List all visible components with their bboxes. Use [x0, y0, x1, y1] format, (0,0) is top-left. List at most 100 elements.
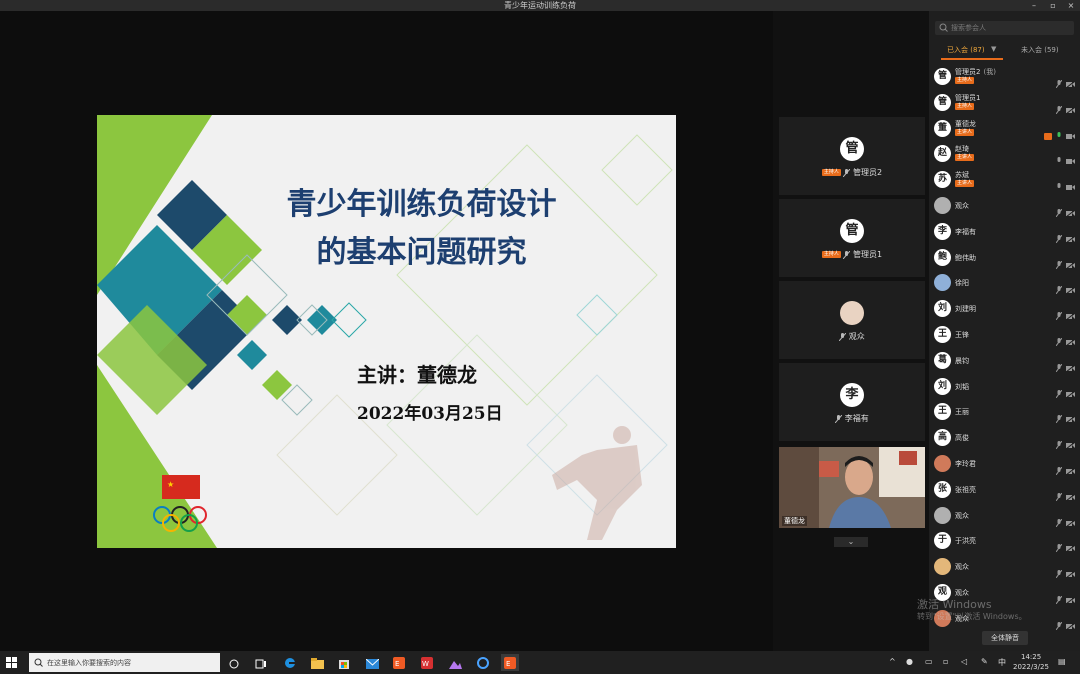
photo-avatar [840, 301, 864, 325]
participant-row[interactable]: 王王锋 [929, 321, 1080, 347]
meeting-app-icon[interactable]: E [390, 654, 408, 671]
participant-row[interactable]: 赵赵琦 主讲人 [929, 140, 1080, 166]
avatar: 鲍 [934, 248, 951, 266]
maximize-button[interactable]: ▫ [1046, 0, 1060, 11]
avatar: 高 [934, 429, 951, 447]
browser-app-icon[interactable] [474, 654, 492, 671]
participant-row[interactable]: 张张祖亮 [929, 476, 1080, 502]
participant-status-icons [1052, 175, 1075, 191]
participant-status-icons [1052, 614, 1076, 631]
mail-icon[interactable] [363, 654, 381, 671]
photos-app-icon[interactable] [446, 654, 464, 671]
notification-icon[interactable]: ▤ [1058, 657, 1066, 666]
participant-row[interactable]: 葛晨钧 [929, 347, 1080, 373]
participant-name: 董德龙 [955, 119, 976, 128]
slide-title-line-2: 的基本问题研究 [316, 235, 527, 270]
participant-row[interactable]: 苏苏斌 主讲人 [929, 166, 1080, 192]
participant-row[interactable]: 观众 [929, 553, 1080, 579]
task-view-icon[interactable] [225, 654, 243, 671]
slide-speaker: 主讲：董德龙 [357, 363, 477, 387]
role-badge: 主持人 [955, 77, 975, 84]
participant-row[interactable]: 徐阳 [929, 269, 1080, 295]
tab-not-joined[interactable]: 未入会 (59) [1021, 43, 1059, 57]
participant-self-tag: (我) [983, 68, 996, 76]
filter-icon[interactable]: ▼ [991, 45, 996, 53]
taskbar-search[interactable] [29, 653, 220, 672]
tray-ime-indicator[interactable]: 中 [998, 657, 1006, 668]
participant-row[interactable]: 观众 [929, 192, 1080, 218]
participant-name-line: 刘建明 [955, 304, 976, 314]
search-icon [939, 23, 948, 32]
participant-row[interactable]: 高高俊 [929, 424, 1080, 450]
tray-overflow-chevron-icon[interactable]: ^ [889, 657, 896, 666]
participant-name: 苏斌 [955, 171, 969, 180]
video-tile[interactable]: 李 李福有 [779, 363, 925, 441]
participant-status-icons [1052, 588, 1076, 605]
participant-name-line: 董德龙 [955, 119, 976, 129]
participant-name-line: 王丽 [955, 407, 969, 417]
store-icon[interactable] [335, 654, 353, 671]
participant-row[interactable]: 管管理员1 主持人 [929, 89, 1080, 115]
participant-row[interactable]: 李李福有 [929, 218, 1080, 244]
mic-muted-icon[interactable] [1055, 615, 1063, 631]
edge-browser-icon[interactable] [281, 654, 299, 671]
tray-display-icon[interactable]: ▫ [943, 657, 948, 666]
video-tile[interactable]: 管 主持人 管理员1 [779, 199, 925, 277]
participant-row[interactable]: 董董德龙 主讲人 [929, 115, 1080, 141]
wps-office-icon[interactable]: W [418, 654, 436, 671]
avatar: 李 [840, 383, 864, 407]
taskbar-clock-date[interactable]: 2022/3/25 [1013, 663, 1049, 671]
avatar: 赵 [934, 145, 951, 163]
participant-row[interactable]: 刘刘韬 [929, 373, 1080, 399]
taskbar-search-input[interactable] [47, 653, 217, 672]
participant-row[interactable]: 观众 [929, 502, 1080, 528]
participant-row[interactable]: 王王丽 [929, 398, 1080, 424]
participant-status-icons [1040, 124, 1075, 140]
close-button[interactable]: × [1064, 0, 1078, 11]
video-tile-label: 主持人 管理员1 [779, 249, 925, 260]
mute-all-button[interactable]: 全体静音 [982, 631, 1028, 645]
scroll-down-chevron-icon[interactable]: ⌄ [834, 537, 868, 547]
tray-network-icon[interactable]: ▭ [925, 657, 933, 666]
participant-name-line: 高俊 [955, 433, 969, 443]
participant-status-icons [1052, 278, 1076, 295]
participant-status-icons [1052, 227, 1076, 244]
participant-name: 赵琦 [955, 145, 969, 154]
avatar: 葛 [934, 351, 951, 369]
tray-volume-icon[interactable]: ◁ [961, 657, 967, 666]
participant-name-line: 王锋 [955, 330, 969, 340]
participant-row[interactable]: 鲍鲍伟助 [929, 244, 1080, 270]
participant-row[interactable]: 管管理员2 (我) 主持人 [929, 63, 1080, 89]
shared-screen-stage: ★ 青少年训练负荷设计 的基本问题研究 主讲：董德龙 2022年03月25日 [0, 11, 773, 651]
tray-pen-icon[interactable]: ✎ [981, 657, 988, 666]
windows-start-icon[interactable] [6, 657, 17, 668]
participant-row[interactable]: 李玲君 [929, 450, 1080, 476]
activation-watermark-subtitle: 转到"设置"以激活 Windows。 [917, 612, 1027, 621]
tray-mic-icon[interactable]: ● [906, 657, 913, 666]
participant-status-icons [1052, 356, 1076, 373]
participant-name: 刘建明 [955, 305, 976, 314]
minimize-button[interactable]: – [1027, 0, 1041, 11]
file-explorer-icon[interactable] [308, 654, 326, 671]
task-switch-icon[interactable] [252, 654, 270, 671]
participant-status-icons [1052, 330, 1076, 347]
camera-off-icon[interactable] [1065, 615, 1076, 631]
participant-search-input[interactable] [951, 21, 1071, 35]
video-tile[interactable]: 管 主持人 管理员2 [779, 117, 925, 195]
video-tile-name: 管理员2 [853, 168, 883, 177]
tab-joined[interactable]: 已入会 (87) [947, 43, 985, 57]
participant-row[interactable]: 刘刘建明 [929, 295, 1080, 321]
participant-name-line: 管理员1 [955, 93, 980, 103]
participant-name-line: 赵琦 [955, 144, 969, 154]
search-icon [34, 658, 43, 667]
taskbar-clock-time[interactable]: 14:25 [1021, 653, 1041, 661]
video-tile[interactable]: 观众 [779, 281, 925, 359]
windows-taskbar: E W E ^ ● ▭ ▫ ◁ ✎ 中 14:25 2022/3/25 ▤ [0, 651, 1080, 674]
participant-row[interactable]: 于于洪亮 [929, 527, 1080, 553]
meeting-app-active-icon[interactable]: E [501, 654, 519, 671]
avatar: 管 [934, 93, 951, 111]
host-badge: 主持人 [821, 251, 841, 258]
camera-video-tile[interactable]: 董德龙 [779, 447, 925, 528]
participant-search[interactable] [935, 21, 1074, 35]
avatar: 董 [934, 119, 951, 137]
